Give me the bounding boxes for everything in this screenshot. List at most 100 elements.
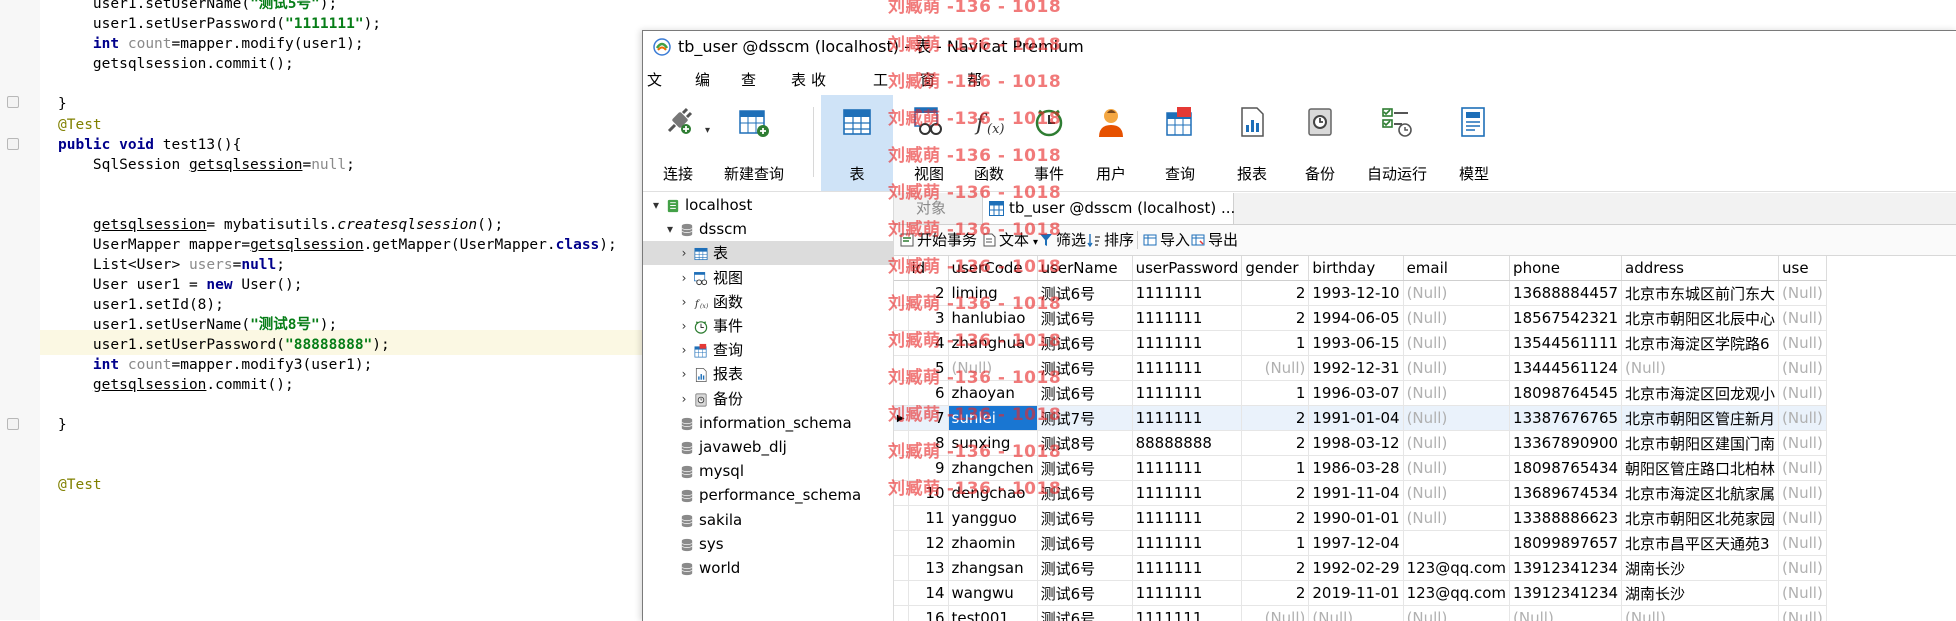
tree-item[interactable]: ›表 (643, 241, 893, 265)
row-header[interactable] (894, 481, 908, 506)
table-row[interactable]: 9zhangchen测试6号111111111986-03-28(Null)18… (894, 456, 1826, 481)
code-line[interactable]: getsqlsession.commit(); (58, 373, 294, 398)
table-cell[interactable]: 2 (1242, 306, 1309, 331)
table-cell[interactable]: 13367890900 (1510, 431, 1622, 456)
chevron-down-icon[interactable]: ▾ (663, 217, 677, 241)
data-toolbar-button-import[interactable]: 导入 (1143, 225, 1190, 255)
table-row[interactable]: 2liming测试6号111111121993-12-10(Null)13688… (894, 281, 1826, 306)
code-line[interactable]: getsqlsession.commit(); (58, 52, 294, 77)
table-cell[interactable]: (Null) (1403, 606, 1509, 621)
table-cell[interactable]: 1111111 (1132, 456, 1242, 481)
chevron-right-icon[interactable]: › (677, 290, 691, 314)
data-toolbar-button-filter[interactable]: 筛选 (1039, 225, 1086, 255)
table-cell[interactable]: 2 (908, 281, 948, 306)
table-cell[interactable]: (Null) (1403, 281, 1509, 306)
table-cell[interactable]: 1993-06-15 (1309, 331, 1403, 356)
tree-item[interactable]: ▾dsscm (643, 217, 893, 241)
table-cell[interactable]: yangguo (948, 506, 1037, 531)
column-header[interactable]: userPassword (1132, 256, 1242, 281)
data-toolbar-button-sort[interactable]: 排序 (1087, 225, 1134, 255)
table-cell[interactable]: 北京市朝阳区建国门南 (1622, 431, 1779, 456)
table-cell[interactable]: (Null) (1403, 356, 1509, 381)
table-cell[interactable]: 测试6号 (1037, 356, 1132, 381)
table-cell[interactable]: 测试6号 (1037, 606, 1132, 621)
fold-marker[interactable] (7, 96, 19, 108)
table-cell[interactable]: 13444561124 (1510, 356, 1622, 381)
table-cell[interactable]: (Null) (1510, 606, 1622, 621)
table-cell[interactable]: sunlei (948, 406, 1037, 431)
table-cell[interactable]: 2 (1242, 481, 1309, 506)
column-header[interactable]: birthday (1309, 256, 1403, 281)
current-row-indicator-icon[interactable]: ▶ (894, 406, 908, 431)
table-cell[interactable]: (Null) (1779, 531, 1827, 556)
table-cell[interactable]: 7 (908, 406, 948, 431)
tree-item[interactable]: world (643, 556, 893, 580)
table-cell[interactable]: 测试6号 (1037, 506, 1132, 531)
table-cell[interactable]: 5 (908, 356, 948, 381)
table-row[interactable]: 12zhaomin测试6号111111111997-12-04180998976… (894, 531, 1826, 556)
tab-objects[interactable]: 对象 (894, 193, 982, 224)
table-cell[interactable]: 测试6号 (1037, 581, 1132, 606)
table-row[interactable]: 11yangguo测试6号111111121990-01-01(Null)133… (894, 506, 1826, 531)
column-header[interactable]: phone (1510, 256, 1622, 281)
table-cell[interactable]: (Null) (1403, 431, 1509, 456)
table-cell[interactable]: zhaomin (948, 531, 1037, 556)
table-cell[interactable]: (Null) (1403, 456, 1509, 481)
table-cell[interactable]: (Null) (1403, 381, 1509, 406)
data-toolbar-button-export[interactable]: 导出 (1191, 225, 1238, 255)
table-cell[interactable]: 1111111 (1132, 306, 1242, 331)
tree-item[interactable]: ›报表 (643, 362, 893, 386)
table-cell[interactable]: 13544561111 (1510, 331, 1622, 356)
tree-item[interactable]: mysql (643, 459, 893, 483)
chevron-right-icon[interactable]: › (677, 314, 691, 338)
table-cell[interactable]: (Null) (1403, 306, 1509, 331)
table-cell[interactable]: 2 (1242, 581, 1309, 606)
row-header[interactable] (894, 456, 908, 481)
toolbar-button-new-query[interactable]: 新建查询 (711, 95, 797, 191)
table-cell[interactable]: 1 (1242, 456, 1309, 481)
tree-item[interactable]: sakila (643, 508, 893, 532)
chevron-right-icon[interactable]: › (677, 241, 691, 265)
chevron-right-icon[interactable]: › (677, 338, 691, 362)
table-cell[interactable]: 3 (908, 306, 948, 331)
row-header[interactable] (894, 381, 908, 406)
table-cell[interactable]: (Null) (1403, 506, 1509, 531)
table-cell[interactable]: 2 (1242, 431, 1309, 456)
table-cell[interactable]: 1111111 (1132, 381, 1242, 406)
table-cell[interactable]: (Null) (948, 356, 1037, 381)
table-cell[interactable]: 北京市海淀区学院路6 (1622, 331, 1779, 356)
table-cell[interactable]: test001 (948, 606, 1037, 621)
column-header[interactable]: use (1779, 256, 1827, 281)
table-cell[interactable]: 13387676765 (1510, 406, 1622, 431)
table-cell[interactable]: 1111111 (1132, 581, 1242, 606)
table-cell[interactable]: (Null) (1779, 381, 1827, 406)
table-cell[interactable]: 4 (908, 331, 948, 356)
tree-item[interactable]: information_schema (643, 411, 893, 435)
toolbar-button-backup[interactable]: 备份 (1287, 95, 1353, 191)
table-cell[interactable]: 13 (908, 556, 948, 581)
toolbar-button-autorun[interactable]: 自动运行 (1353, 95, 1441, 191)
table-cell[interactable]: 123@qq.com (1403, 581, 1509, 606)
table-cell[interactable]: 北京市朝阳区北辰中心 (1622, 306, 1779, 331)
table-cell[interactable]: 1996-03-07 (1309, 381, 1403, 406)
table-cell[interactable]: 18099897657 (1510, 531, 1622, 556)
table-cell[interactable]: 1111111 (1132, 406, 1242, 431)
table-cell[interactable]: 测试6号 (1037, 531, 1132, 556)
table-cell[interactable]: 1 (1242, 381, 1309, 406)
table-cell[interactable]: 1111111 (1132, 606, 1242, 621)
column-header[interactable]: address (1622, 256, 1779, 281)
table-cell[interactable]: (Null) (1309, 606, 1403, 621)
table-cell[interactable]: (Null) (1622, 356, 1779, 381)
table-cell[interactable]: 测试7号 (1037, 406, 1132, 431)
tree-item[interactable]: ›事件 (643, 314, 893, 338)
table-row[interactable]: 8sunxing测试8号8888888821998-03-12(Null)133… (894, 431, 1826, 456)
chevron-right-icon[interactable]: › (677, 387, 691, 411)
table-cell[interactable]: (Null) (1779, 306, 1827, 331)
table-cell[interactable]: 测试6号 (1037, 481, 1132, 506)
table-cell[interactable]: 1 (1242, 331, 1309, 356)
table-cell[interactable]: 1990-01-01 (1309, 506, 1403, 531)
row-header[interactable] (894, 331, 908, 356)
row-header[interactable] (894, 306, 908, 331)
table-cell[interactable]: (Null) (1403, 331, 1509, 356)
table-cell[interactable]: 13688884457 (1510, 281, 1622, 306)
